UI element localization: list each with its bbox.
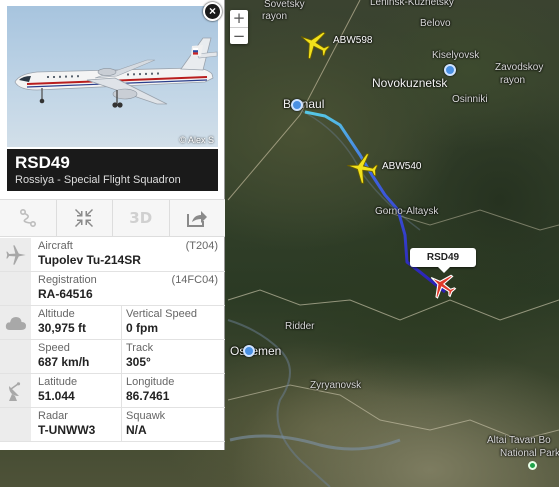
share-icon	[187, 211, 208, 227]
shrink-icon	[75, 209, 94, 227]
latitude-cell: Latitude 51.044	[38, 376, 77, 404]
cloud-icon	[5, 316, 26, 330]
map-label: Ridder	[285, 321, 315, 332]
latitude-value: 51.044	[38, 389, 75, 403]
latitude-label: Latitude	[38, 376, 78, 388]
close-button[interactable]: ×	[203, 2, 222, 21]
airline-name: Rossiya - Special Flight Squadron	[15, 174, 181, 186]
aircraft-photo-image	[14, 37, 218, 108]
map-label: Altai Tavan Bo	[487, 435, 551, 446]
vertical-speed-label: Vertical Speed	[126, 308, 197, 320]
side-bar	[0, 340, 31, 373]
registration-code: (14FC04)	[171, 274, 218, 286]
shrink-button[interactable]	[57, 200, 113, 236]
callsign: RSD49	[15, 153, 70, 172]
selected-airplane-icon[interactable]	[427, 270, 457, 300]
panel-toolbar: 3D	[0, 199, 225, 237]
squawk-cell: Squawk N/A	[126, 410, 165, 438]
column-divider	[121, 408, 122, 441]
track-cell: Track 305°	[126, 342, 153, 370]
map-label: Gorno-Altaysk	[375, 206, 439, 217]
radar-cell: Radar T-UNWW3	[38, 410, 95, 438]
flight-info-panel: × © Alex S RSD49 Rossiya - Special Fligh…	[0, 0, 225, 450]
column-divider	[121, 374, 122, 407]
aircraft-value: Tupolev Tu-214SR	[38, 253, 141, 267]
airport-marker[interactable]	[444, 64, 456, 76]
aircraft-photo[interactable]: © Alex S	[7, 6, 218, 147]
route-button[interactable]	[0, 200, 57, 236]
photo-credit: © Alex S	[179, 135, 214, 145]
position-row: Latitude 51.044 Longitude 86.7461	[0, 374, 225, 408]
vertical-speed-value: 0 fpm	[126, 321, 159, 335]
map-label: Zavodskoy	[495, 62, 544, 73]
zoom-out-button[interactable]: −	[230, 27, 248, 45]
airplane-category-icon	[5, 244, 26, 265]
altitude-label: Altitude	[38, 308, 75, 320]
column-divider	[121, 306, 122, 339]
longitude-value: 86.7461	[126, 389, 170, 403]
map-label: Zyryanovsk	[310, 380, 362, 391]
squawk-label: Squawk	[126, 410, 166, 422]
zoom-control: + −	[230, 10, 248, 45]
speed-row: Speed 687 km/h Track 305°	[0, 340, 225, 374]
map-label: rayon	[262, 11, 288, 22]
side-bar	[0, 306, 31, 339]
radar-row: Radar T-UNWW3 Squawk N/A	[0, 408, 225, 442]
aircraft-row: Aircraft Tupolev Tu-214SR (T204)	[0, 238, 225, 272]
squawk-value: N/A	[126, 423, 147, 437]
track-value: 305°	[126, 355, 151, 369]
flight-label[interactable]: ABW540	[382, 161, 421, 172]
3d-view-button[interactable]: 3D	[113, 200, 170, 236]
map-label: Novokuznetsk	[372, 76, 448, 90]
side-bar	[0, 408, 31, 441]
aircraft-cell: Aircraft Tupolev Tu-214SR (T204)	[38, 240, 218, 268]
aircraft-code: (T204)	[185, 240, 218, 252]
map-label: Sovetsky	[264, 0, 305, 10]
altitude-cell: Altitude 30,975 ft	[38, 308, 86, 336]
share-button[interactable]	[170, 200, 226, 236]
radar-label: Radar	[38, 410, 68, 422]
longitude-label: Longitude	[126, 376, 175, 388]
radar-value: T-UNWW3	[38, 423, 96, 437]
map-label: Osinniki	[452, 94, 488, 105]
map-label: National Park	[500, 448, 559, 459]
map-label: Kiselyovsk	[432, 50, 480, 61]
side-bar	[0, 374, 31, 407]
lake	[229, 434, 401, 451]
route-icon	[19, 208, 36, 228]
border-line	[227, 289, 559, 321]
vertical-speed-cell: Vertical Speed 0 fpm	[126, 308, 197, 336]
longitude-cell: Longitude 86.7461	[126, 376, 174, 404]
flight-label[interactable]: ABW598	[333, 35, 372, 46]
map-label: Barnaul	[283, 97, 325, 111]
map-label: Oskemen	[230, 344, 282, 358]
speed-cell: Speed 687 km/h	[38, 342, 89, 370]
zoom-in-button[interactable]: +	[230, 10, 248, 27]
airport-marker[interactable]	[243, 345, 255, 357]
altitude-row: Altitude 30,975 ft Vertical Speed 0 fpm	[0, 306, 225, 340]
airplane-icon[interactable]	[297, 27, 331, 61]
map-label: rayon	[500, 75, 526, 86]
speed-label: Speed	[38, 342, 70, 354]
map-label: Leninsk-Kuznetsky	[370, 0, 454, 8]
column-divider	[121, 340, 122, 373]
selected-flight-callout[interactable]: RSD49	[410, 248, 476, 273]
airplane-icon[interactable]	[345, 151, 379, 185]
registration-row: Registration RA-64516 (14FC04)	[0, 272, 225, 306]
altitude-value: 30,975 ft	[38, 321, 87, 335]
registration-value: RA-64516	[38, 287, 93, 301]
flight-details: Aircraft Tupolev Tu-214SR (T204) Registr…	[0, 238, 225, 442]
registration-cell: Registration RA-64516 (14FC04)	[38, 274, 218, 302]
radar-dish-icon	[8, 381, 20, 401]
map-label: Belovo	[420, 18, 451, 29]
airport-marker[interactable]	[291, 99, 303, 111]
speed-value: 687 km/h	[38, 355, 90, 369]
side-bar	[0, 238, 31, 271]
flight-title-box: RSD49 Rossiya - Special Flight Squadron	[7, 149, 218, 191]
park-marker	[528, 461, 537, 470]
track-label: Track	[126, 342, 154, 354]
side-bar	[0, 272, 31, 305]
